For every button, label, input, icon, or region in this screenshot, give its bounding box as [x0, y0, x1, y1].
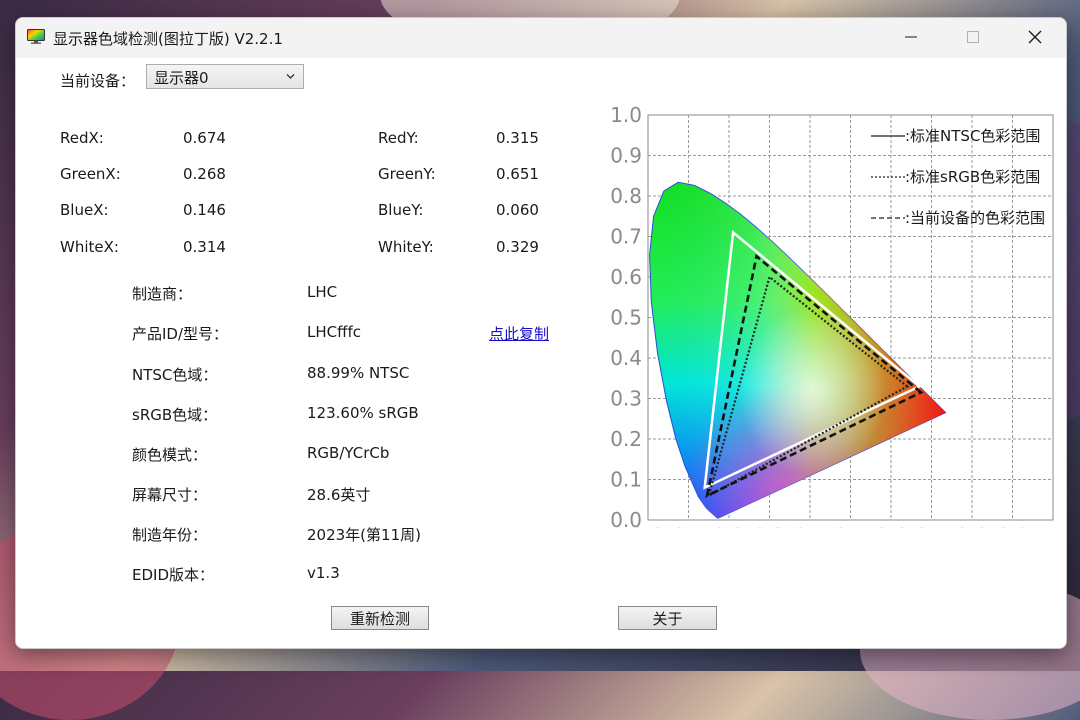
- copy-link[interactable]: 点此复制: [489, 323, 549, 344]
- x-tick-label: 0.6: [875, 524, 907, 528]
- red-x-label: RedX:: [60, 129, 104, 147]
- y-tick-label: 0.2: [610, 427, 642, 451]
- color-mode-value: RGB/YCrCb: [307, 444, 390, 462]
- x-tick-label: 0.9: [997, 524, 1029, 528]
- x-tick-label: 0.1: [673, 524, 705, 528]
- product-id-value: LHCfffc: [307, 323, 361, 341]
- manufacturer-value: LHC: [307, 283, 338, 301]
- y-tick-label: 0.4: [610, 346, 642, 370]
- y-tick-label: 0.9: [610, 144, 642, 168]
- legend-label-2: :标准sRGB色彩范围: [905, 168, 1040, 186]
- maximize-button[interactable]: [942, 18, 1004, 56]
- screen-size-label: 屏幕尺寸：: [132, 486, 208, 504]
- srgb-label: sRGB色域：: [132, 406, 218, 424]
- white-y-label: WhiteY:: [378, 238, 434, 256]
- x-tick-label: 0.5: [835, 524, 867, 528]
- chromaticity-chart: 0.00.10.20.30.40.50.60.70.80.91.0.00.10.…: [610, 103, 1056, 528]
- close-button[interactable]: [1004, 18, 1066, 56]
- green-x-label: GreenX:: [60, 165, 121, 183]
- y-tick-label: 0.1: [610, 468, 642, 492]
- main-content: 当前设备： 显示器0 RedX: 0.674 RedY: 0.315 Green…: [16, 58, 1066, 648]
- white-y-value: 0.329: [496, 238, 539, 256]
- window-title: 显示器色域检测(图拉丁版) V2.2.1: [53, 30, 283, 48]
- legend-label-1: :标准NTSC色彩范围: [905, 127, 1040, 145]
- minimize-icon: [905, 36, 917, 38]
- x-tick-label: 0.3: [754, 524, 786, 528]
- color-mode-label: 颜色模式：: [132, 446, 208, 464]
- red-x-value: 0.674: [183, 129, 226, 147]
- edid-version-label: EDID版本：: [132, 566, 215, 584]
- manufacturer-label: 制造商：: [132, 285, 193, 303]
- title-bar[interactable]: 显示器色域检测(图拉丁版) V2.2.1: [16, 18, 1066, 58]
- white-x-label: WhiteX:: [60, 238, 119, 256]
- y-tick-label: 0.5: [610, 306, 642, 330]
- y-tick-label: 0.6: [610, 265, 642, 289]
- y-tick-label: 0.8: [610, 184, 642, 208]
- ntsc-value: 88.99% NTSC: [307, 364, 410, 382]
- y-tick-label: 0.0: [610, 508, 642, 528]
- x-tick-label: 0.2: [713, 524, 745, 528]
- about-button[interactable]: 关于: [618, 606, 717, 630]
- screen-size-value: 28.6英寸: [307, 486, 371, 504]
- green-x-value: 0.268: [183, 165, 226, 183]
- edid-version-value: v1.3: [307, 564, 340, 582]
- manufacture-year-value: 2023年(第11周): [307, 526, 421, 544]
- y-tick-label: 0.7: [610, 225, 642, 249]
- y-tick-label: 0.3: [610, 387, 642, 411]
- x-tick-label: 0.4: [794, 524, 826, 528]
- green-y-value: 0.651: [496, 165, 539, 183]
- srgb-value: 123.60% sRGB: [307, 404, 419, 422]
- app-window: 显示器色域检测(图拉丁版) V2.2.1 当前设备： 显示器0 RedX: 0.…: [15, 17, 1067, 649]
- monitor-icon: [27, 29, 45, 44]
- ntsc-label: NTSC色域：: [132, 366, 218, 384]
- close-icon: [1028, 30, 1042, 44]
- product-id-label: 产品ID/型号：: [132, 325, 229, 343]
- redetect-button[interactable]: 重新检测: [331, 606, 429, 630]
- device-select-value: 显示器0: [154, 69, 209, 87]
- white-x-value: 0.314: [183, 238, 226, 256]
- blue-x-label: BlueX:: [60, 201, 109, 219]
- y-tick-label: 1.0: [610, 103, 642, 127]
- x-tick-label: 0.7: [916, 524, 948, 528]
- green-y-label: GreenY:: [378, 165, 436, 183]
- red-y-label: RedY:: [378, 129, 419, 147]
- device-select[interactable]: 显示器0: [146, 64, 304, 89]
- manufacture-year-label: 制造年份：: [132, 526, 208, 544]
- blue-x-value: 0.146: [183, 201, 226, 219]
- chevron-down-icon: [286, 74, 295, 79]
- blue-y-label: BlueY:: [378, 201, 424, 219]
- x-tick-label: 1.: [1047, 524, 1056, 528]
- maximize-icon: [967, 31, 979, 43]
- legend-label-3: :当前设备的色彩范围: [905, 209, 1045, 227]
- device-label: 当前设备：: [60, 72, 136, 90]
- minimize-button[interactable]: [880, 18, 942, 56]
- red-y-value: 0.315: [496, 129, 539, 147]
- blue-y-value: 0.060: [496, 201, 539, 219]
- x-tick-label: 0.8: [956, 524, 988, 528]
